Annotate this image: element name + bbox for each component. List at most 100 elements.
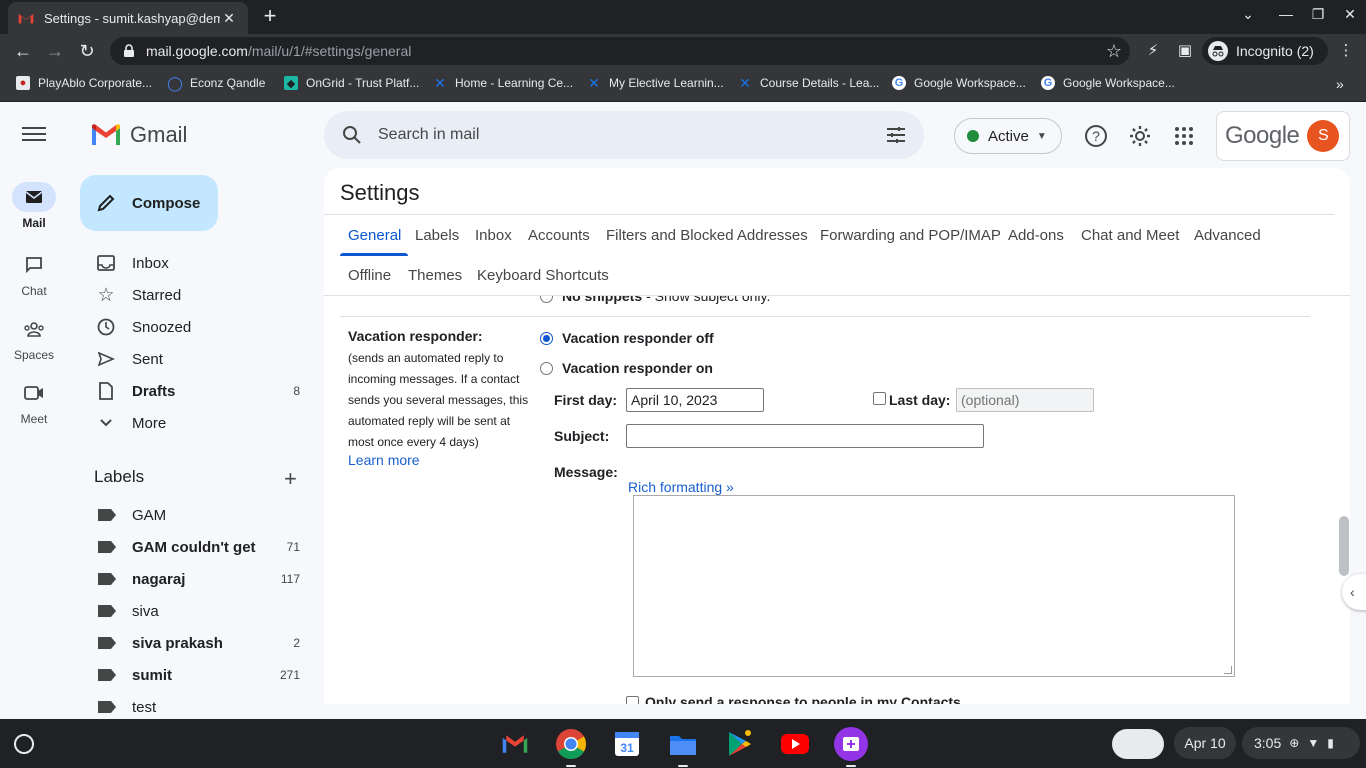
reload-icon[interactable]: ↻ [76,40,98,62]
browser-menu-icon[interactable]: ⋮ [1336,41,1356,61]
tab-filters[interactable]: Filters and Blocked Addresses [606,227,808,244]
files-shelf-glyph [670,736,696,755]
nav-label: Inbox [132,254,169,272]
rich-formatting-link[interactable]: Rich formatting » [628,479,734,495]
forward-icon[interactable]: → [44,40,66,62]
tab-labels[interactable]: Labels [415,227,459,244]
label-item[interactable]: GAM couldn't get 71 [68,531,316,563]
search-bar[interactable]: Search in mail [324,111,924,159]
snippets-option[interactable]: No snippets - Show subject only. [540,296,770,304]
screencast-app-icon[interactable] [834,727,868,767]
google-account-button[interactable]: Google S [1216,111,1350,161]
only-contacts-option[interactable]: Only send a response to people in my Con… [626,694,961,704]
more-bookmarks-icon[interactable]: » [1336,76,1344,92]
browser-tab[interactable]: Settings - sumit.kashyap@demo ✕ [8,2,248,34]
label-item[interactable]: nagaraj 117 [68,563,316,595]
message-textarea[interactable] [633,495,1235,677]
launcher-icon[interactable] [14,734,34,754]
calendar-app-icon[interactable]: 31 [610,727,644,761]
status-tray[interactable]: 3:05 ⊕ ▼ ▮ [1242,727,1360,759]
last-day-input[interactable]: (optional) [956,388,1094,412]
tab-search-icon[interactable]: ⌄ [1238,6,1258,23]
label-item[interactable]: GAM [68,499,316,531]
tab-keyboard-shortcuts[interactable]: Keyboard Shortcuts [477,267,609,284]
close-window-icon[interactable]: ✕ [1340,6,1360,23]
main-menu-icon[interactable] [22,124,46,144]
tab-addons[interactable]: Add-ons [1008,227,1064,244]
bookmark-playablo[interactable]: ● PlayAblo Corporate... [16,76,152,90]
vacation-off-radio[interactable] [540,331,553,345]
search-input[interactable]: Search in mail [378,126,884,144]
label-name: nagaraj [132,570,186,588]
restore-icon[interactable]: ❐ [1308,6,1328,23]
status-dropdown[interactable]: Active ▼ [954,118,1062,154]
settings-content: No snippets - Show subject only. Vacatio… [324,296,1334,704]
minimize-icon[interactable]: — [1276,6,1296,22]
back-icon[interactable]: ← [12,40,34,62]
first-day-input[interactable]: April 10, 2023 [626,388,764,412]
bookmark-learning-center[interactable]: ✕ Home - Learning Ce... [433,75,573,91]
nav-item-more[interactable]: More [68,407,316,439]
rail-item-mail[interactable]: Mail [0,182,68,230]
bookmark-star-icon[interactable]: ☆ [1106,41,1122,62]
last-day-checkbox[interactable] [873,392,886,405]
label-item[interactable]: sumit 271 [68,659,316,691]
vacation-on-option[interactable]: Vacation responder on [540,360,713,376]
label-item[interactable]: siva prakash 2 [68,627,316,659]
nav-item-snoozed[interactable]: Snoozed [68,311,316,343]
settings-scrollbar[interactable] [1339,516,1349,576]
side-panel-icon[interactable]: ▣ [1175,41,1195,61]
tab-inbox[interactable]: Inbox [475,227,512,244]
tab-general[interactable]: General [348,227,401,244]
close-tab-icon[interactable]: ✕ [220,10,238,27]
label-item[interactable]: siva [68,595,316,627]
gmail-logo-icon [92,124,120,145]
settings-gear-icon[interactable] [1128,124,1152,148]
tab-forwarding[interactable]: Forwarding and POP/IMAP [820,227,1001,244]
tab-themes[interactable]: Themes [408,267,462,284]
extensions-icon[interactable]: ⚡ [1143,41,1163,61]
rail-item-spaces[interactable]: Spaces [0,314,68,362]
labels-list: GAM GAM couldn't get 71 nagaraj 117 siva s… [68,499,316,723]
snippets-radio[interactable] [540,296,553,303]
address-bar[interactable]: mail.google.com/mail/u/1/#settings/gener… [110,37,1130,65]
incognito-profile[interactable]: Incognito (2) [1202,37,1328,65]
nav-item-inbox[interactable]: Inbox [68,247,316,279]
resize-grip-icon[interactable] [1224,666,1232,674]
compose-button[interactable]: Compose [80,175,218,231]
bookmark-google-workspace-2[interactable]: G Google Workspace... [1041,76,1175,90]
bookmark-elective-learning[interactable]: ✕ My Elective Learnin... [587,75,724,91]
gmail-app-icon[interactable] [498,727,532,761]
bookmark-qandle[interactable]: ◯ Econz Qandle [167,75,265,91]
tab-advanced[interactable]: Advanced [1194,227,1261,244]
files-app-icon[interactable] [666,727,700,767]
nav-item-drafts[interactable]: Drafts 8 [68,375,316,407]
tab-accounts[interactable]: Accounts [528,227,590,244]
bookmark-ongrid[interactable]: ◆ OnGrid - Trust Platf... [284,76,419,90]
gmail-logo[interactable]: Gmail [90,122,187,148]
only-contacts-checkbox[interactable] [626,695,639,704]
chrome-app-icon[interactable] [554,727,588,767]
nav-item-starred[interactable]: ☆ Starred [68,279,316,311]
subject-input[interactable] [626,424,984,448]
tab-chat-meet[interactable]: Chat and Meet [1081,227,1179,244]
search-icon[interactable] [340,123,364,147]
learn-more-link[interactable]: Learn more [348,452,420,468]
date-tray[interactable]: Apr 10 [1174,727,1236,759]
youtube-app-icon[interactable] [778,727,812,761]
search-options-icon[interactable] [884,123,908,147]
nav-item-sent[interactable]: Sent [68,343,316,375]
apps-grid-icon[interactable] [1172,124,1196,148]
rail-item-chat[interactable]: Chat [0,250,68,298]
bookmark-course-details[interactable]: ✕ Course Details - Lea... [738,75,879,91]
holding-space-thumbnail[interactable] [1112,729,1164,759]
bookmark-google-workspace-1[interactable]: G Google Workspace... [892,76,1026,90]
tab-offline[interactable]: Offline [348,267,391,284]
vacation-on-radio[interactable] [540,361,553,375]
play-store-app-icon[interactable] [722,727,756,761]
help-icon[interactable]: ? [1084,124,1108,148]
vacation-off-option[interactable]: Vacation responder off [540,330,714,346]
rail-item-meet[interactable]: Meet [0,378,68,426]
new-tab-icon[interactable]: + [258,5,282,28]
add-label-icon[interactable]: + [284,466,297,492]
